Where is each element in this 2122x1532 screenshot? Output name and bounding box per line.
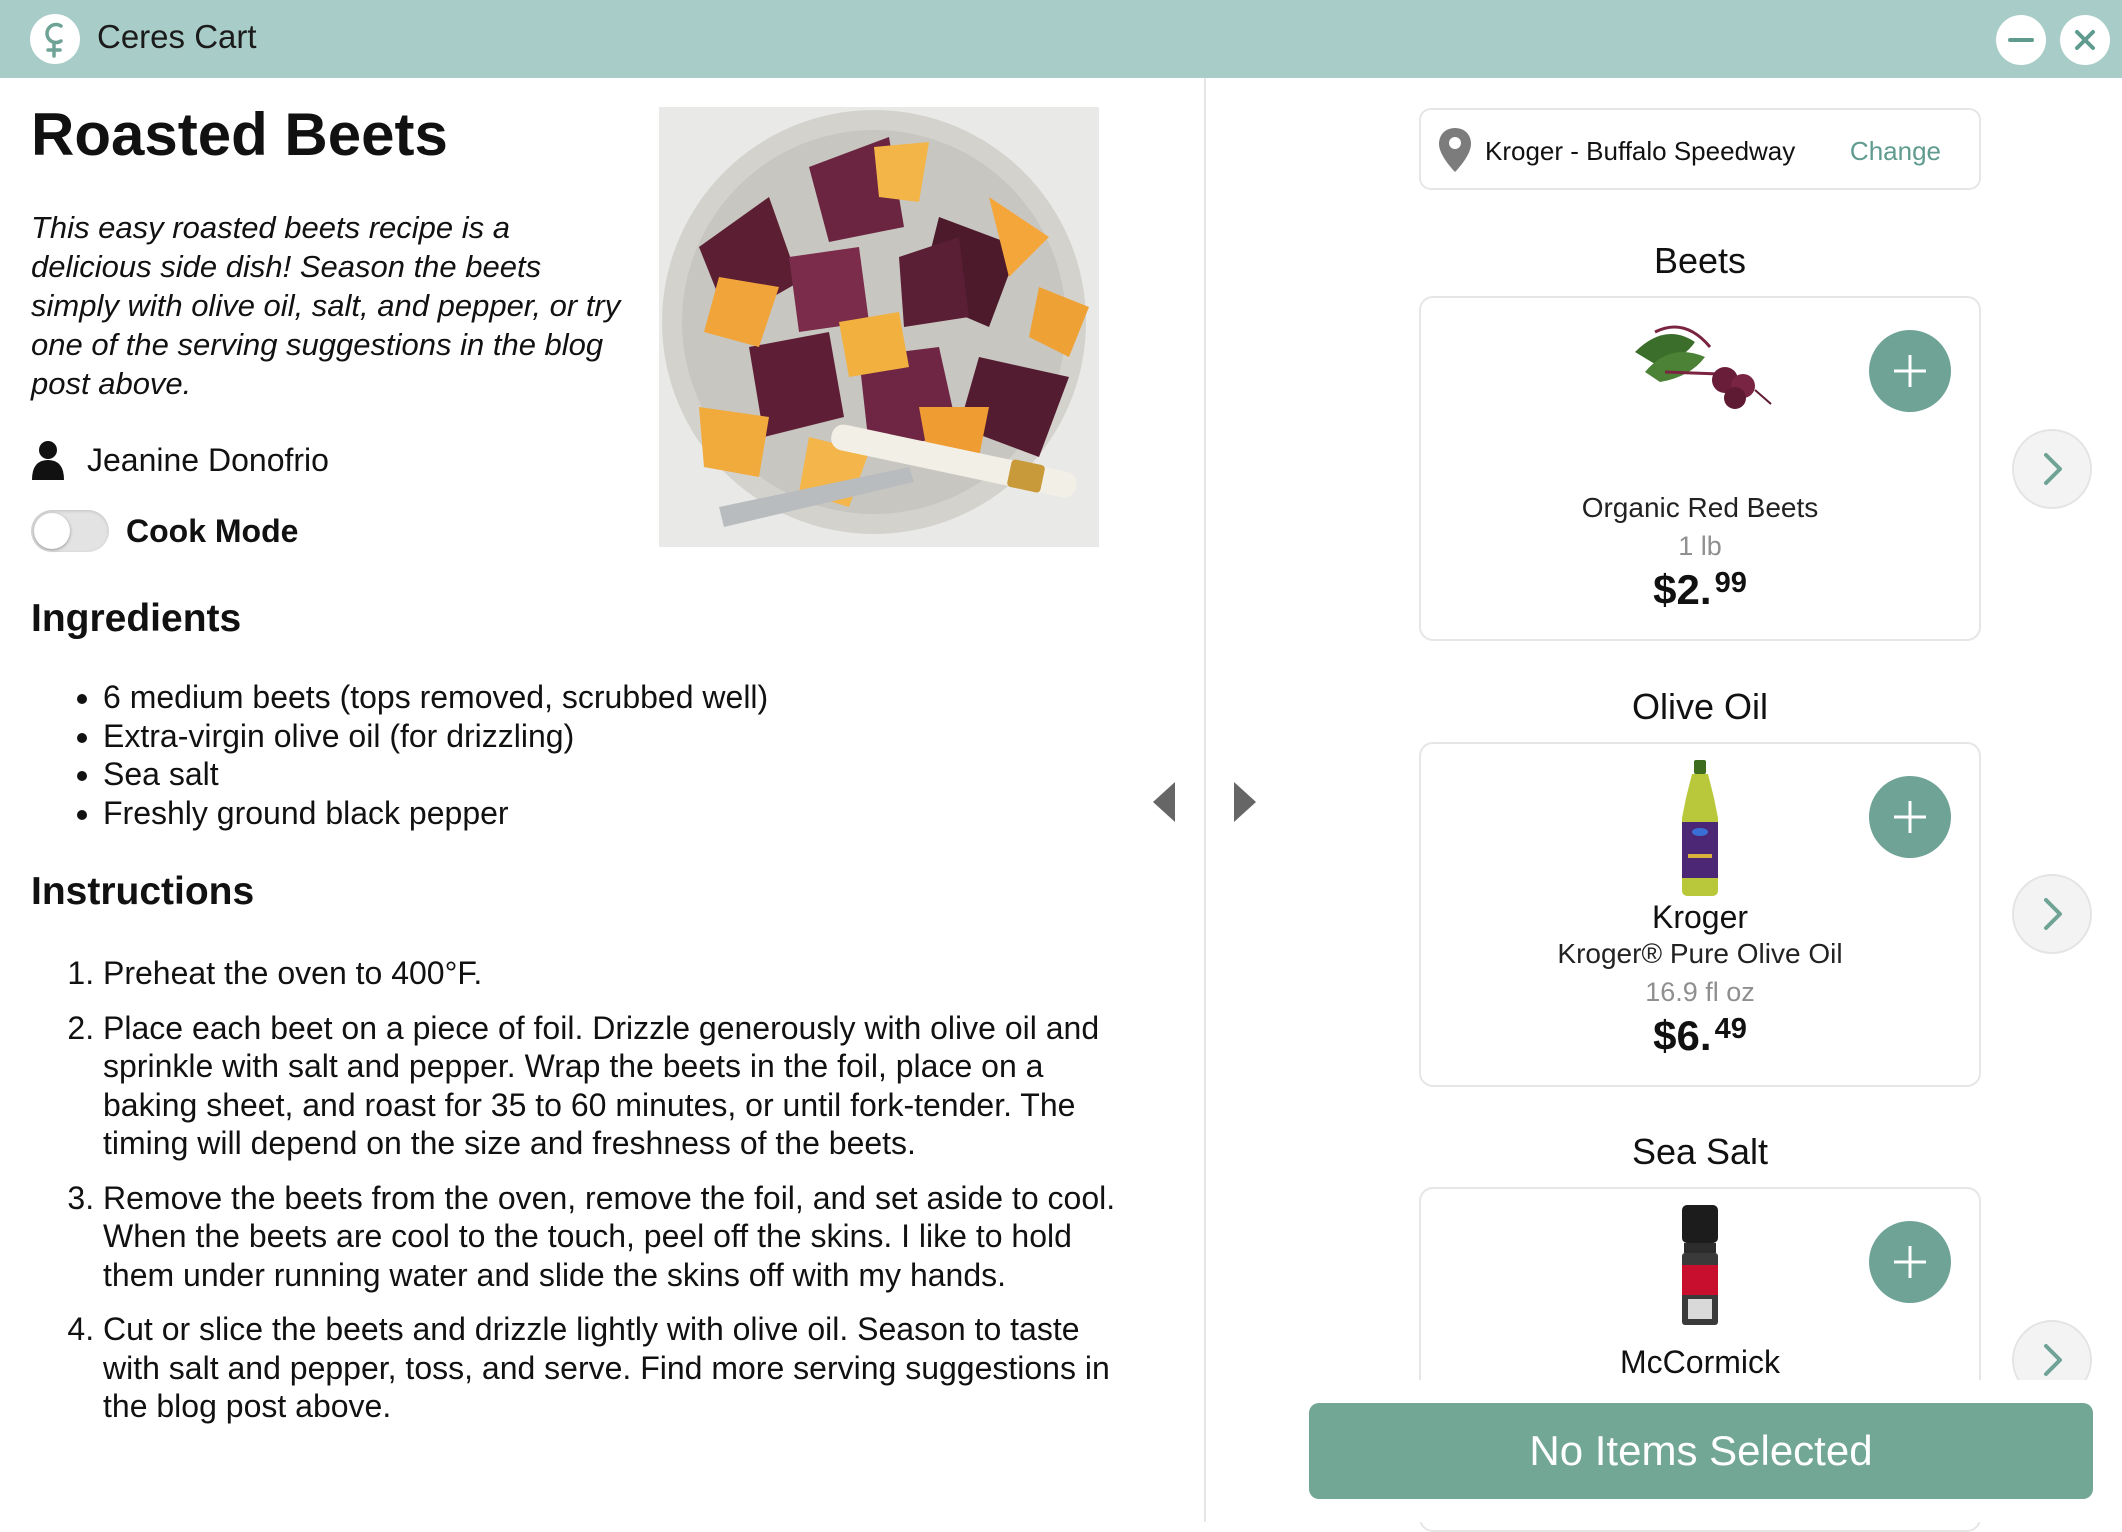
add-to-cart-button[interactable] [1869, 776, 1951, 858]
list-item: Extra-virgin olive oil (for drizzling) [103, 717, 768, 756]
store-name: Kroger - Buffalo Speedway [1485, 136, 1796, 166]
plus-icon [1894, 355, 1926, 387]
ceres-logo-icon [30, 14, 80, 64]
next-product-button[interactable] [2012, 429, 2092, 509]
product-size: 1 lb [1678, 531, 1722, 561]
cook-mode-row: Cook Mode [31, 510, 298, 552]
recipe-photo [659, 107, 1099, 547]
location-pin-icon [1439, 128, 1471, 172]
triangle-left-icon [1153, 782, 1175, 822]
chevron-right-icon [2044, 898, 2062, 930]
close-button[interactable] [2060, 15, 2110, 65]
minimize-icon [2008, 38, 2034, 42]
author: Jeanine Donofrio [31, 440, 329, 480]
store-selector: Kroger - Buffalo Speedway Change [1419, 108, 1981, 190]
cook-mode-label: Cook Mode [126, 512, 299, 549]
change-store-link[interactable]: Change [1850, 136, 1941, 167]
recipe-description: This easy roasted beets recipe is a deli… [31, 210, 621, 401]
list-item: Remove the beets from the oven, remove t… [103, 1179, 1143, 1295]
chevron-right-icon [2044, 453, 2062, 485]
list-item: Freshly ground black pepper [103, 794, 768, 833]
product-name: Organic Red Beets [1581, 492, 1819, 523]
plus-icon [1894, 1246, 1926, 1278]
author-name: Jeanine Donofrio [87, 441, 329, 478]
product-name: Kroger® Pure Olive Oil [1557, 938, 1843, 969]
prev-arrow-button[interactable] [1149, 778, 1179, 826]
list-item: Cut or slice the beets and drizzle light… [103, 1310, 1143, 1426]
next-product-button[interactable] [2012, 874, 2092, 954]
checkout-button[interactable]: No Items Selected [1309, 1403, 2093, 1499]
list-item: 6 medium beets (tops removed, scrubbed w… [103, 678, 768, 717]
ingredients-heading: Ingredients [31, 597, 242, 640]
instructions-list: Preheat the oven to 400°F. Place each be… [31, 954, 1143, 1442]
product-size: 16.9 fl oz [1645, 977, 1755, 1007]
cook-mode-toggle[interactable] [31, 510, 109, 552]
list-item: Place each beet on a piece of foil. Driz… [103, 1009, 1143, 1163]
product-brand: Kroger [1651, 899, 1749, 935]
add-to-cart-button[interactable] [1869, 330, 1951, 412]
product-brand: McCormick [1620, 1344, 1780, 1380]
add-to-cart-button[interactable] [1869, 1221, 1951, 1303]
triangle-right-icon [1234, 782, 1256, 822]
title-bar: Ceres Cart [0, 0, 2122, 78]
user-icon [32, 441, 64, 480]
list-item: Sea salt [103, 755, 768, 794]
ingredients-list: 6 medium beets (tops removed, scrubbed w… [31, 678, 768, 832]
next-arrow-button[interactable] [1230, 778, 1260, 826]
close-icon [2075, 30, 2095, 50]
product-card[interactable]: Organic Red Beets 1 lb $2. 99 [1419, 296, 1981, 641]
pane-divider [1204, 78, 1206, 1522]
app-title: Ceres Cart [97, 18, 257, 55]
category-label: Beets [1653, 240, 1747, 281]
product-price: $2. 99 [1653, 566, 1747, 613]
category-label: Olive Oil [1631, 686, 1769, 727]
category-label: Sea Salt [1631, 1131, 1769, 1172]
instructions-heading: Instructions [31, 870, 255, 913]
product-card[interactable]: Kroger Kroger® Pure Olive Oil 16.9 fl oz… [1419, 742, 1981, 1087]
minimize-button[interactable] [1996, 15, 2046, 65]
list-item: Preheat the oven to 400°F. [103, 954, 1143, 993]
product-price: $6. 49 [1653, 1012, 1747, 1059]
recipe-title: Roasted Beets [31, 101, 448, 168]
plus-icon [1894, 801, 1926, 833]
